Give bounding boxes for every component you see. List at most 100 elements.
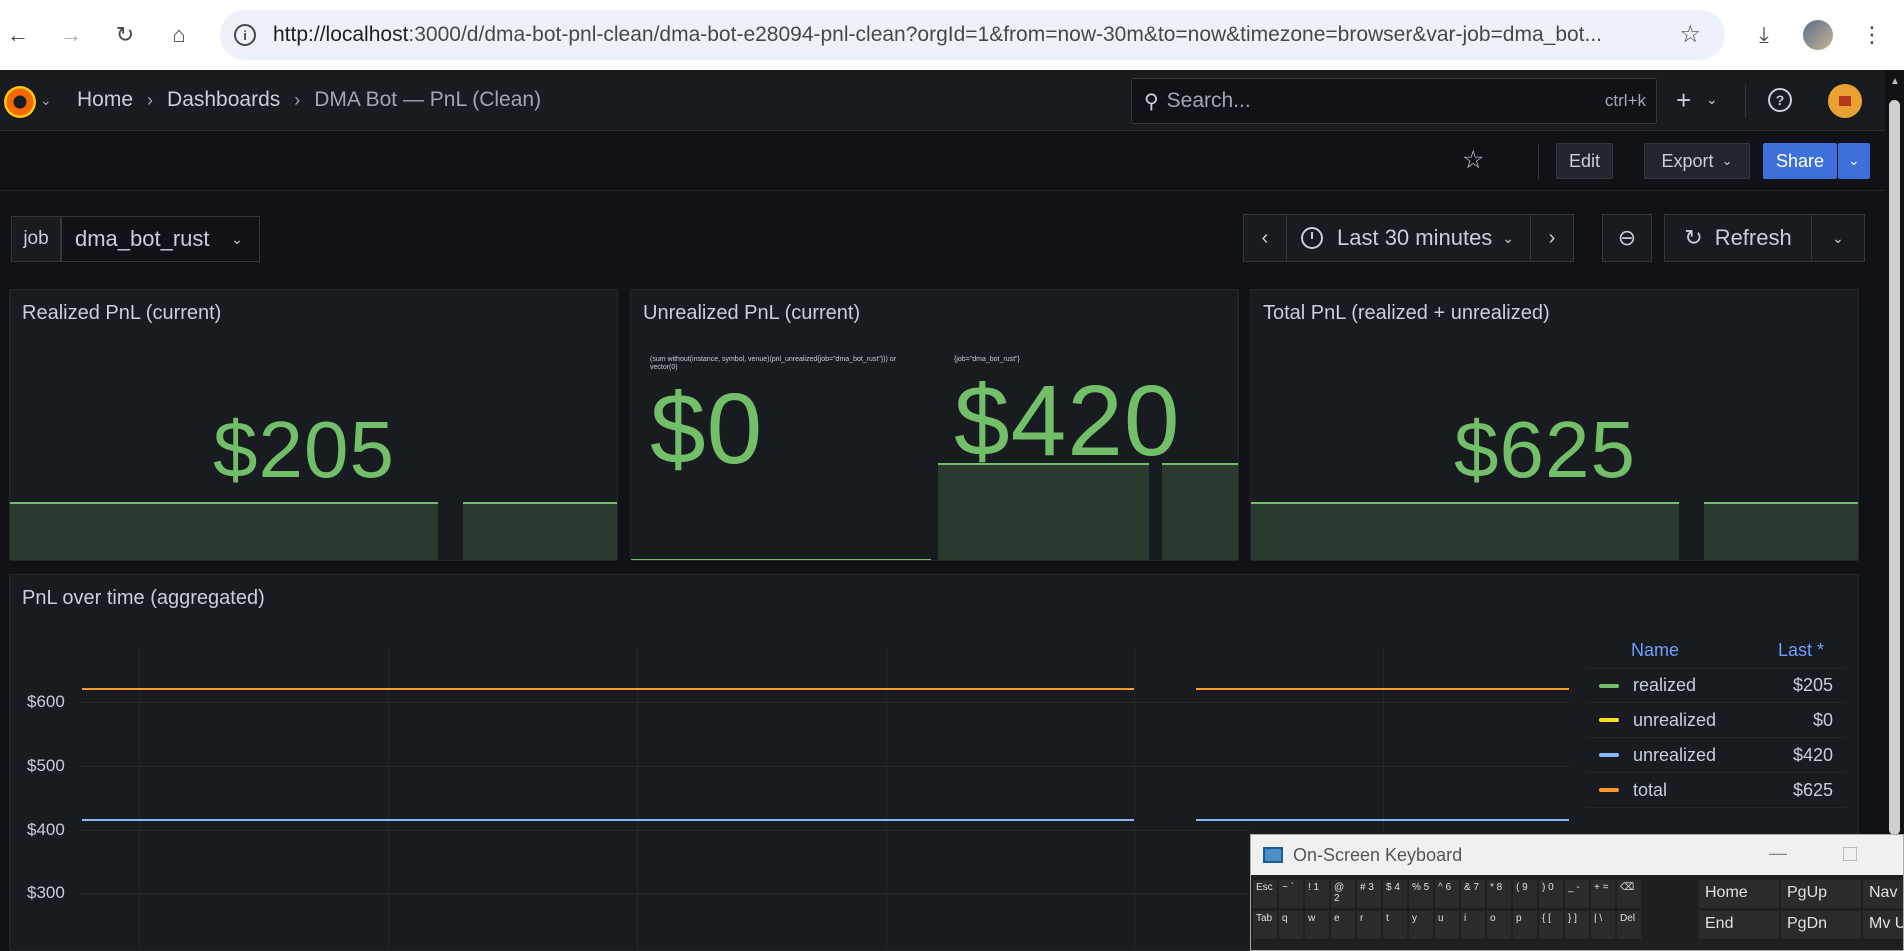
- refresh-interval-chevron-icon[interactable]: ⌄: [1811, 214, 1865, 262]
- osk-key[interactable]: % 5: [1409, 880, 1433, 908]
- panel-title: Total PnL (realized + unrealized): [1263, 302, 1550, 324]
- chevron-down-icon[interactable]: ⌄: [40, 92, 52, 109]
- osk-key[interactable]: p: [1513, 911, 1537, 939]
- grafana-topbar: ⌄ Home › Dashboards › DMA Bot — PnL (Cle…: [0, 70, 1885, 131]
- osk-key[interactable]: u: [1435, 911, 1459, 939]
- osk-key[interactable]: r: [1357, 911, 1381, 939]
- forward-icon[interactable]: →: [53, 17, 89, 53]
- gridline: [80, 893, 1250, 894]
- reload-icon[interactable]: ↻: [107, 17, 143, 53]
- time-range-label: Last 30 minutes: [1337, 225, 1493, 250]
- osk-key[interactable]: Del: [1617, 911, 1641, 939]
- total-pnl-panel[interactable]: Total PnL (realized + unrealized) $625: [1250, 289, 1859, 561]
- url-text[interactable]: http://localhost:3000/d/dma-bot-pnl-clea…: [273, 23, 1663, 47]
- profile-avatar[interactable]: [1803, 20, 1833, 50]
- osk-key[interactable]: + =: [1591, 880, 1615, 908]
- back-icon[interactable]: ←: [0, 17, 36, 53]
- osk-key[interactable]: e: [1331, 911, 1355, 939]
- osk-key[interactable]: Tab: [1253, 911, 1277, 939]
- osk-key[interactable]: ) 0: [1539, 880, 1563, 908]
- breadcrumb-dashboards[interactable]: Dashboards: [167, 88, 280, 112]
- legend-item[interactable]: unrealized $0: [1587, 703, 1845, 738]
- chevron-down-icon: ⌄: [231, 230, 243, 247]
- minimize-icon[interactable]: —: [1769, 843, 1787, 864]
- legend-last-header[interactable]: Last *: [1778, 640, 1824, 661]
- legend-series-name: unrealized: [1633, 709, 1717, 730]
- osk-key[interactable]: i: [1461, 911, 1485, 939]
- osk-key[interactable]: q: [1279, 911, 1303, 939]
- unrealized-pnl-panel[interactable]: Unrealized PnL (current) (sum without(in…: [630, 289, 1239, 561]
- osk-key[interactable]: Nav: [1863, 880, 1903, 908]
- bookmark-star-icon[interactable]: ☆: [1679, 20, 1701, 49]
- osk-key[interactable]: * 8: [1487, 880, 1511, 908]
- maximize-icon[interactable]: [1843, 847, 1857, 861]
- browser-menu-icon[interactable]: ⋮: [1854, 17, 1890, 53]
- grafana-logo-icon[interactable]: [4, 86, 36, 118]
- legend-item[interactable]: realized $205: [1587, 668, 1845, 703]
- osk-key[interactable]: End: [1699, 911, 1779, 939]
- osk-key[interactable]: # 3: [1357, 880, 1381, 908]
- edit-button[interactable]: Edit: [1556, 143, 1613, 179]
- osk-key[interactable]: | \: [1591, 911, 1615, 939]
- osk-key[interactable]: y: [1409, 911, 1433, 939]
- time-shift-forward-button[interactable]: ›: [1530, 214, 1574, 262]
- legend-swatch: [1599, 753, 1619, 757]
- download-icon[interactable]: ⤓: [1746, 17, 1782, 53]
- osk-key[interactable]: ^ 6: [1435, 880, 1459, 908]
- osk-key[interactable]: PgDn: [1781, 911, 1861, 939]
- stat-value: $420: [954, 365, 1181, 477]
- osk-key[interactable]: ⌫: [1617, 880, 1641, 908]
- variable-label: job: [11, 216, 61, 262]
- realized-pnl-panel[interactable]: Realized PnL (current) $205: [9, 289, 618, 561]
- gridline: [637, 648, 638, 951]
- osk-key[interactable]: @ 2: [1331, 880, 1355, 908]
- site-info-icon[interactable]: i: [234, 24, 256, 46]
- search-input[interactable]: [1166, 89, 1567, 113]
- browser-toolbar: ← → ↻ ⌂ i http://localhost:3000/d/dma-bo…: [0, 0, 1904, 70]
- osk-key[interactable]: ~ `: [1279, 880, 1303, 908]
- osk-key[interactable]: Mv Up: [1863, 911, 1903, 939]
- osk-key[interactable]: Home: [1699, 880, 1779, 908]
- osk-key[interactable]: o: [1487, 911, 1511, 939]
- page-scrollbar[interactable]: ▲: [1885, 70, 1904, 951]
- osk-key[interactable]: w: [1305, 911, 1329, 939]
- legend-item[interactable]: total $625: [1587, 773, 1845, 808]
- osk-key[interactable]: } ]: [1565, 911, 1589, 939]
- chevron-down-icon[interactable]: ⌄: [1706, 91, 1718, 108]
- job-variable-select[interactable]: dma_bot_rust ⌄: [61, 216, 260, 262]
- favorite-star-icon[interactable]: ☆: [1462, 145, 1484, 175]
- user-avatar[interactable]: [1828, 84, 1862, 118]
- y-axis-tick: $500: [27, 756, 65, 775]
- scrollbar-thumb[interactable]: [1889, 100, 1900, 835]
- share-button[interactable]: Share: [1763, 143, 1837, 179]
- osk-key[interactable]: & 7: [1461, 880, 1485, 908]
- osk-key[interactable]: Esc: [1253, 880, 1277, 908]
- osk-titlebar[interactable]: On-Screen Keyboard —: [1251, 835, 1903, 875]
- osk-key[interactable]: $ 4: [1383, 880, 1407, 908]
- osk-key[interactable]: PgUp: [1781, 880, 1861, 908]
- help-icon[interactable]: ?: [1768, 88, 1792, 112]
- osk-key[interactable]: ( 9: [1513, 880, 1537, 908]
- gridline: [80, 830, 1250, 831]
- osk-key[interactable]: { [: [1539, 911, 1563, 939]
- osk-key[interactable]: t: [1383, 911, 1407, 939]
- breadcrumb-home[interactable]: Home: [77, 88, 133, 112]
- osk-key[interactable]: _ -: [1565, 880, 1589, 908]
- search-bar[interactable]: ⚲ ctrl+k: [1131, 78, 1657, 124]
- osk-key[interactable]: ! 1: [1305, 880, 1329, 908]
- home-icon[interactable]: ⌂: [161, 17, 197, 53]
- zoom-out-icon[interactable]: ⊖: [1602, 214, 1652, 262]
- y-axis-tick: $400: [27, 820, 65, 839]
- refresh-button[interactable]: ↻ Refresh: [1664, 214, 1812, 262]
- gridline: [139, 648, 140, 951]
- add-icon[interactable]: +: [1676, 85, 1691, 116]
- scroll-up-arrow-icon[interactable]: ▲: [1890, 76, 1900, 87]
- time-range-picker[interactable]: Last 30 minutes ⌄: [1286, 214, 1531, 262]
- on-screen-keyboard-window[interactable]: On-Screen Keyboard — Esc ~ `! 1 @ 2 # 3 $ 4%…: [1250, 834, 1904, 951]
- time-shift-back-button[interactable]: ‹: [1243, 214, 1287, 262]
- legend-name-header[interactable]: Name: [1631, 640, 1679, 661]
- legend-item[interactable]: unrealized $420: [1587, 738, 1845, 773]
- address-bar[interactable]: i http://localhost:3000/d/dma-bot-pnl-cl…: [220, 10, 1725, 60]
- export-button[interactable]: Export ⌄: [1644, 143, 1750, 179]
- share-menu-chevron-icon[interactable]: ⌄: [1838, 143, 1870, 179]
